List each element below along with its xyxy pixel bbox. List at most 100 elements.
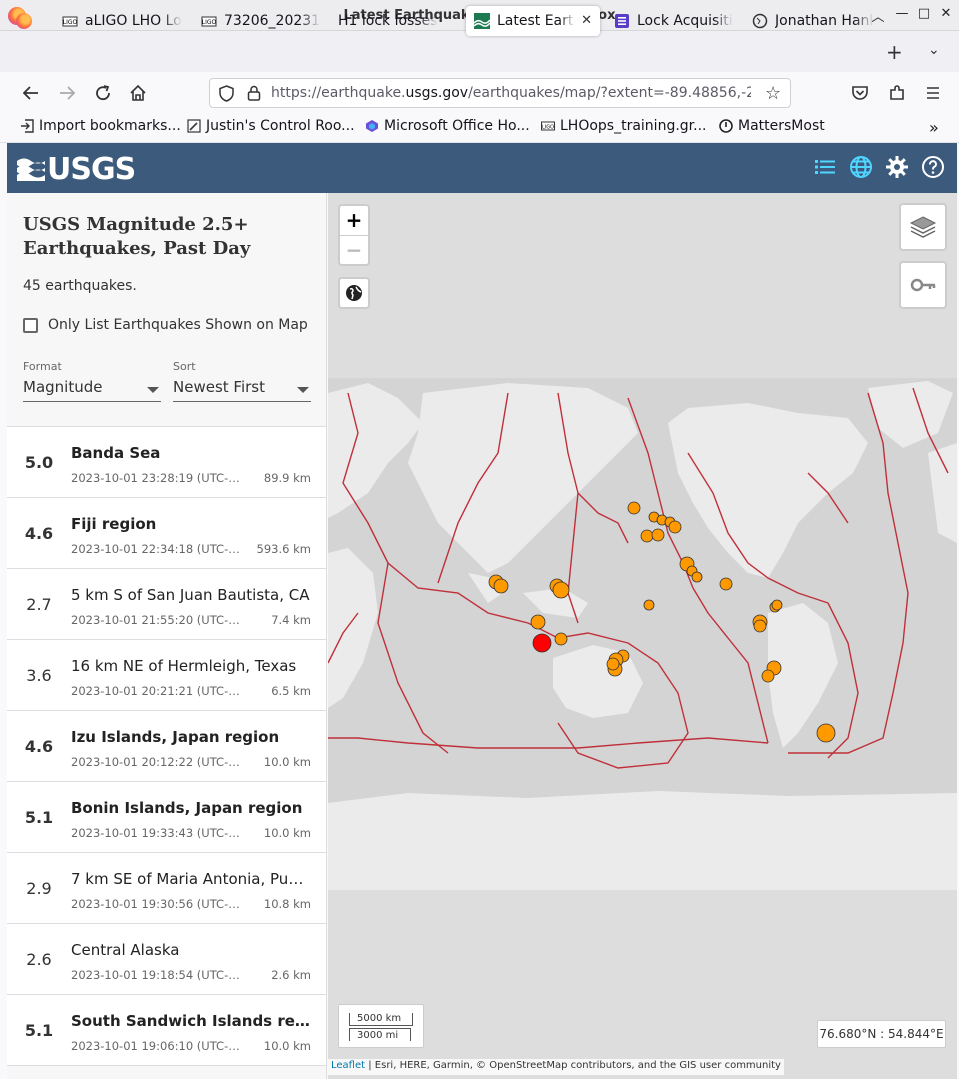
- tab-aligo[interactable]: LIGO aLIGO LHO Lo: [54, 6, 184, 36]
- earthquake-marker[interactable]: [771, 599, 783, 611]
- maximize-button[interactable]: □: [915, 6, 933, 21]
- location: 16 km NE of Hermleigh, Texas: [71, 657, 297, 675]
- depth: 89.9 km: [263, 471, 311, 485]
- earthquake-marker[interactable]: [643, 599, 655, 611]
- format-value-text: Magnitude: [23, 378, 103, 396]
- extensions-button[interactable]: [885, 84, 909, 107]
- list-all-tabs-button[interactable]: ⌄: [928, 42, 940, 58]
- home-button[interactable]: [126, 84, 150, 107]
- settings-gear-icon[interactable]: [885, 155, 909, 179]
- zoom-out-button[interactable]: −: [340, 235, 368, 264]
- earthquake-marker[interactable]: [554, 632, 568, 646]
- layers-button[interactable]: [899, 203, 947, 251]
- sort-value[interactable]: Newest First: [173, 376, 311, 402]
- firefox-view-icon: [16, 13, 32, 29]
- dropdown-caret-icon: [297, 387, 309, 393]
- firefox-view-tab[interactable]: [8, 6, 44, 36]
- layers-icon: [909, 216, 937, 238]
- world-map-canvas[interactable]: [328, 193, 957, 1079]
- earthquake-row[interactable]: 2.7 5 km S of San Juan Bautista, CA 2023-1…: [7, 569, 326, 640]
- earthquake-row[interactable]: 4.6 Fiji region 2023-10-01 22:34:18 (UTC-0…: [7, 498, 326, 569]
- bookmark-lhoops[interactable]: LIGO LHOops_training.gr...: [541, 118, 707, 134]
- earthquake-marker[interactable]: [530, 614, 546, 630]
- help-icon[interactable]: [921, 155, 945, 179]
- bookmark-import[interactable]: Import bookmarks...: [20, 118, 181, 134]
- earthquake-marker[interactable]: [493, 578, 509, 594]
- scale-mi: 3000 mi: [349, 1028, 411, 1041]
- puzzle-icon: [890, 85, 904, 100]
- back-arrow-icon: [22, 86, 38, 100]
- earthquake-row[interactable]: 2.9 7 km SE of Maria Antonia, Puerto Rico…: [7, 853, 326, 924]
- tab-h1-lock-losses[interactable]: H1 lock losses: [330, 6, 460, 36]
- tab-label: aLIGO LHO Lo: [85, 13, 182, 29]
- map-attribution: Leaflet | Esri, HERE, Garmin, © OpenStre…: [328, 1059, 784, 1075]
- url-path: /earthquakes/map/?extent=-89.48856,-2: [468, 85, 751, 101]
- url-text[interactable]: https://earthquake.usgs.gov/earthquakes/…: [271, 85, 751, 101]
- earthquake-marker[interactable]: [552, 581, 570, 599]
- back-button[interactable]: [19, 84, 43, 107]
- map-view-globe-icon[interactable]: [849, 155, 873, 179]
- earthquake-marker[interactable]: [691, 571, 703, 583]
- lock-icon[interactable]: [247, 85, 261, 101]
- mouse-coordinates: 76.680°N : 54.844°E: [817, 1020, 946, 1048]
- ligo-icon: LIGO: [541, 121, 555, 131]
- home-icon: [130, 84, 146, 101]
- format-value[interactable]: Magnitude: [23, 376, 161, 402]
- earthquake-map[interactable]: [328, 193, 957, 1079]
- close-window-button[interactable]: ✕: [937, 6, 955, 21]
- earthquake-row[interactable]: 5.1 Bonin Islands, Japan region 2023-10-01…: [7, 782, 326, 853]
- close-tab-icon[interactable]: ✕: [581, 13, 592, 28]
- earthquake-marker[interactable]: [606, 657, 620, 671]
- pocket-button[interactable]: [848, 84, 872, 107]
- earthquake-marker[interactable]: [668, 520, 682, 534]
- world-view-button[interactable]: [338, 277, 370, 309]
- earthquake-marker[interactable]: [640, 529, 654, 543]
- earthquake-marker[interactable]: [816, 723, 836, 743]
- leaflet-link[interactable]: Leaflet: [331, 1060, 365, 1071]
- bookmark-star-icon[interactable]: ☆: [765, 83, 781, 104]
- tab-latest-earthquakes[interactable]: Latest Earth ✕: [466, 6, 600, 36]
- recent-earthquake-marker[interactable]: [532, 633, 552, 653]
- earthquake-row[interactable]: 5.0 Banda Sea 2023-10-01 23:28:19 (UTC-07:…: [7, 427, 326, 498]
- earthquake-row[interactable]: 2.6 Central Alaska 2023-10-01 19:18:54 (UT…: [7, 924, 326, 995]
- format-select[interactable]: Format Magnitude: [23, 360, 161, 402]
- earthquake-marker[interactable]: [761, 669, 775, 683]
- url-prefix: https://earthquake.: [271, 85, 406, 101]
- hamburger-icon: [927, 87, 939, 99]
- list-view-icon[interactable]: [813, 155, 837, 179]
- legend-button[interactable]: [899, 261, 947, 309]
- tab-strip: [0, 31, 959, 72]
- earthquake-marker[interactable]: [753, 619, 767, 633]
- pencil-icon: [187, 119, 201, 133]
- earthquake-marker[interactable]: [627, 501, 641, 515]
- bookmark-label: Import bookmarks...: [39, 118, 181, 134]
- earthquake-row[interactable]: 4.6 Izu Islands, Japan region 2023-10-01 2…: [7, 711, 326, 782]
- checkbox-box[interactable]: [23, 317, 38, 333]
- only-list-shown-checkbox[interactable]: Only List Earthquakes Shown on Map: [23, 317, 308, 333]
- tab-jonathan-hanks[interactable]: Jonathan Hank: [744, 6, 874, 36]
- magnitude: 3.6: [26, 666, 52, 685]
- earthquake-marker[interactable]: [719, 577, 733, 591]
- dropdown-caret-icon: [147, 387, 159, 393]
- minimize-button[interactable]: —: [893, 6, 911, 21]
- bookmark-mattermost[interactable]: MattersMost: [719, 118, 825, 134]
- zoom-in-button[interactable]: +: [340, 206, 368, 235]
- tab-lock-acquisition[interactable]: Lock Acquisiti: [606, 6, 736, 36]
- earthquake-row[interactable]: 3.6 16 km NE of Hermleigh, Texas 2023-10-0…: [7, 640, 326, 711]
- tab-73206[interactable]: LIGO 73206_20231: [193, 6, 323, 36]
- sort-select[interactable]: Sort Newest First: [173, 360, 311, 402]
- new-tab-button[interactable]: +: [886, 40, 903, 64]
- forward-button[interactable]: [55, 84, 79, 107]
- earthquake-row[interactable]: 5.1 South Sandwich Islands region 2023-10-…: [7, 995, 326, 1066]
- tracking-protection-icon[interactable]: [219, 85, 234, 102]
- magnitude: 2.6: [26, 950, 52, 969]
- usgs-logo[interactable]: USGS: [17, 152, 136, 187]
- time: 2023-10-01 19:30:56 (UTC-07:00): [71, 897, 243, 911]
- earthquake-marker[interactable]: [651, 528, 665, 542]
- address-bar[interactable]: https://earthquake.usgs.gov/earthquakes/…: [209, 78, 791, 108]
- app-menu-button[interactable]: [921, 84, 945, 107]
- reload-button[interactable]: [91, 84, 115, 107]
- bookmark-control-room[interactable]: Justin's Control Roo...: [187, 118, 355, 134]
- bookmark-office[interactable]: Microsoft Office Ho...: [365, 118, 530, 134]
- bookmarks-overflow-icon[interactable]: »: [929, 118, 939, 137]
